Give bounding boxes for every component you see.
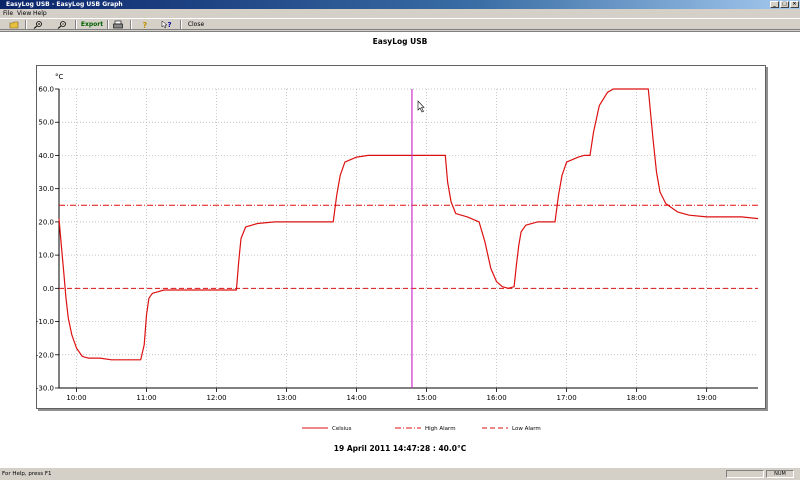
menu-file[interactable]: File <box>3 9 13 18</box>
chart-frame <box>36 65 766 409</box>
window-title: EasyLog USB - EasyLog USB Graph <box>6 1 123 8</box>
export-button[interactable]: Export <box>80 20 104 29</box>
zoom-in-icon <box>33 21 42 29</box>
status-num-indicator: NUM <box>766 470 794 478</box>
printer-icon <box>113 20 123 29</box>
title-bar: EasyLog USB - EasyLog USB Graph _ □ × <box>0 0 800 9</box>
context-help-button[interactable]: ? <box>160 20 174 29</box>
context-help-icon: ? <box>161 20 172 29</box>
close-window-button[interactable]: × <box>790 1 799 8</box>
svg-text:?: ? <box>168 21 172 29</box>
open-folder-icon <box>9 21 19 29</box>
help-icon: ? <box>143 21 148 30</box>
status-panel-empty <box>726 470 764 478</box>
zoom-out-button[interactable] <box>56 20 68 29</box>
status-bar: For Help, press F1 NUM <box>0 468 800 480</box>
menu-bar: File View Help <box>0 9 800 18</box>
minimize-button[interactable]: _ <box>770 1 779 8</box>
zoom-in-button[interactable] <box>32 20 44 29</box>
open-button[interactable] <box>9 20 21 29</box>
chart-title: EasyLog USB <box>372 37 428 46</box>
svg-text:?: ? <box>143 21 148 29</box>
graph-window: EasyLog USB <box>0 31 800 468</box>
menu-help[interactable]: Help <box>33 9 47 18</box>
print-button[interactable] <box>112 20 124 29</box>
help-button[interactable]: ? <box>139 20 151 30</box>
zoom-out-icon <box>57 21 66 29</box>
maximize-button[interactable]: □ <box>780 1 789 8</box>
close-graph-button[interactable]: Close <box>184 20 208 29</box>
toolbar: Export ? ? Close <box>0 18 800 30</box>
menu-view[interactable]: View <box>17 9 31 18</box>
status-help-text: For Help, press F1 <box>2 471 52 477</box>
